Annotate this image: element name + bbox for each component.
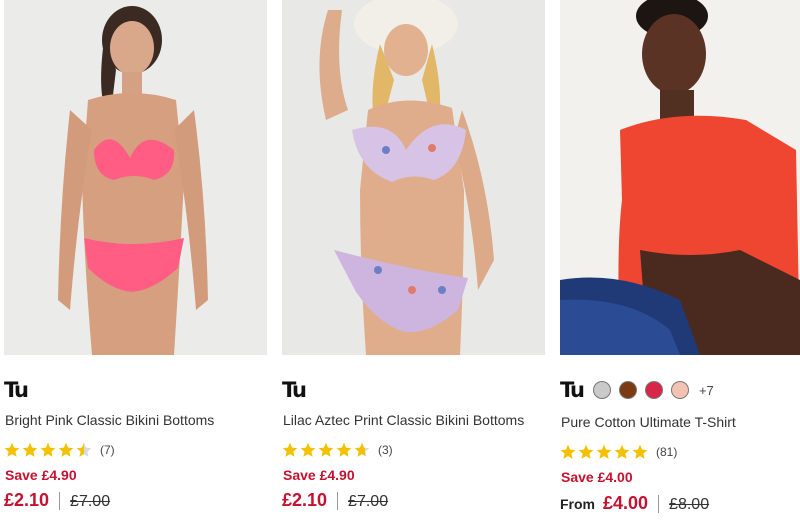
product-image[interactable] bbox=[4, 0, 267, 355]
star-icon bbox=[76, 442, 92, 457]
review-count[interactable]: (81) bbox=[656, 445, 677, 459]
star-rating: (81) bbox=[560, 444, 677, 460]
star-icon bbox=[336, 442, 352, 457]
colour-swatch-red[interactable] bbox=[644, 381, 663, 399]
review-count[interactable]: (3) bbox=[378, 443, 393, 457]
product-title[interactable]: Bright Pink Classic Bikini Bottoms bbox=[5, 412, 214, 428]
star-icon bbox=[354, 442, 370, 457]
brand-row: Tu bbox=[4, 377, 29, 402]
stars bbox=[560, 444, 648, 460]
save-amount: Save £4.90 bbox=[5, 467, 77, 483]
product-title[interactable]: Pure Cotton Ultimate T-Shirt bbox=[561, 414, 736, 430]
price-divider bbox=[337, 491, 339, 510]
price-from-label: From bbox=[560, 496, 595, 512]
colour-swatches: +7 bbox=[592, 381, 714, 399]
star-rating: (7) bbox=[4, 442, 115, 458]
review-count[interactable]: (7) bbox=[100, 443, 115, 457]
save-amount: Save £4.00 bbox=[561, 469, 633, 485]
colour-swatch-peach[interactable] bbox=[670, 381, 689, 399]
current-price: £2.10 bbox=[282, 490, 328, 510]
product-card[interactable]: Tu Bright Pink Classic Bikini Bottoms (7… bbox=[4, 0, 267, 510]
price-row: From £4.00 £8.00 bbox=[560, 493, 709, 514]
colour-swatch-grey[interactable] bbox=[592, 381, 611, 399]
star-icon bbox=[22, 442, 38, 457]
product-photo-pink-bikini bbox=[4, 0, 267, 355]
product-image[interactable] bbox=[282, 0, 545, 355]
price-row: £2.10 £7.00 bbox=[282, 490, 388, 511]
product-photo-red-tshirt bbox=[560, 0, 800, 355]
star-icon bbox=[282, 442, 298, 457]
colour-swatch-brown[interactable] bbox=[618, 381, 637, 399]
brand-logo: Tu bbox=[4, 377, 29, 402]
product-title[interactable]: Lilac Aztec Print Classic Bikini Bottoms bbox=[283, 412, 524, 428]
price-divider bbox=[658, 494, 660, 513]
current-price: £2.10 bbox=[4, 490, 50, 510]
star-icon bbox=[596, 444, 612, 459]
brand-logo: Tu bbox=[282, 377, 307, 402]
product-card[interactable]: Tu Lilac Aztec Print Classic Bikini Bott… bbox=[282, 0, 545, 510]
price-row: £2.10 £7.00 bbox=[4, 490, 110, 511]
was-price: £7.00 bbox=[70, 493, 111, 510]
brand-logo: Tu bbox=[560, 377, 585, 402]
price-divider bbox=[59, 491, 61, 510]
star-icon bbox=[300, 442, 316, 457]
star-icon bbox=[560, 444, 576, 459]
was-price: £8.00 bbox=[669, 496, 710, 513]
star-icon bbox=[614, 444, 630, 459]
star-icon bbox=[58, 442, 74, 457]
product-card[interactable]: Tu +7 Pure Cotton Ultimate T-Shirt (81) … bbox=[560, 0, 800, 513]
star-icon bbox=[632, 444, 648, 459]
save-amount: Save £4.90 bbox=[283, 467, 355, 483]
star-icon bbox=[40, 442, 56, 457]
star-rating: (3) bbox=[282, 442, 393, 458]
more-colours-count[interactable]: +7 bbox=[699, 383, 714, 398]
star-icon bbox=[4, 442, 20, 457]
brand-row: Tu +7 bbox=[560, 378, 714, 402]
star-icon bbox=[318, 442, 334, 457]
product-image[interactable] bbox=[560, 0, 800, 355]
brand-row: Tu bbox=[282, 377, 307, 402]
stars bbox=[282, 442, 370, 458]
current-price: £4.00 bbox=[603, 493, 649, 513]
stars bbox=[4, 442, 92, 458]
was-price: £7.00 bbox=[348, 493, 389, 510]
product-photo-lilac-bikini bbox=[282, 0, 545, 355]
star-icon bbox=[578, 444, 594, 459]
